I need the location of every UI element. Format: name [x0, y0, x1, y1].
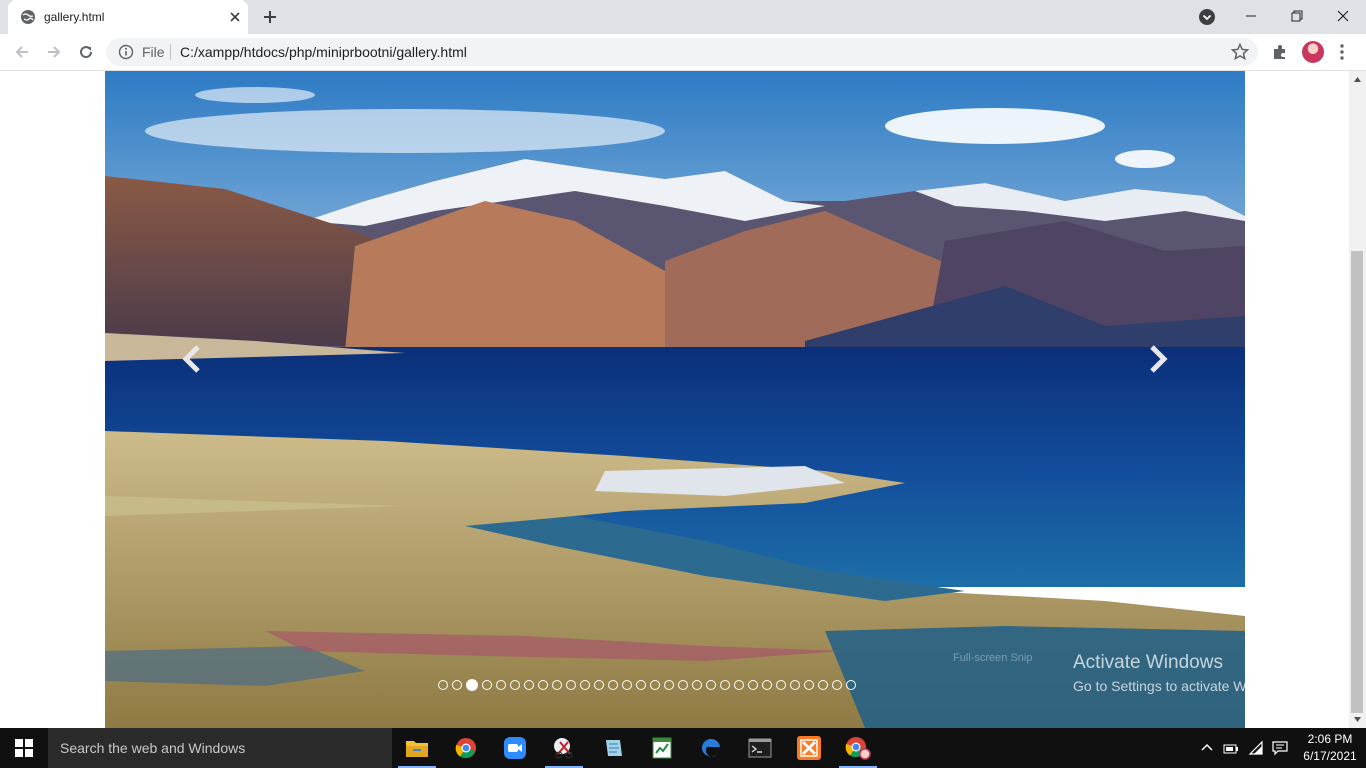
carousel-indicators — [438, 679, 856, 692]
taskbar-search-box[interactable]: Search the web and Windows — [48, 728, 392, 768]
carousel-indicator[interactable] — [790, 680, 800, 690]
notepad-icon[interactable] — [590, 728, 636, 768]
chevron-left-icon[interactable] — [178, 341, 208, 377]
new-tab-icon[interactable] — [260, 7, 280, 27]
carousel-indicator[interactable] — [636, 680, 646, 690]
info-icon[interactable] — [118, 44, 134, 60]
carousel-indicator[interactable] — [650, 680, 660, 690]
carousel-indicator[interactable] — [818, 680, 828, 690]
chevron-right-icon[interactable] — [1142, 341, 1172, 377]
clock-time: 2:06 PM — [1307, 732, 1353, 746]
show-hidden-icons-icon[interactable] — [1199, 740, 1215, 756]
page-scrollbar[interactable] — [1349, 71, 1366, 728]
carousel-indicator[interactable] — [664, 680, 674, 690]
carousel-indicator[interactable] — [692, 680, 702, 690]
carousel-indicator[interactable] — [776, 680, 786, 690]
chrome-profile-icon[interactable] — [835, 728, 881, 768]
scheme-label: File — [142, 44, 165, 60]
wifi-icon[interactable] — [1248, 740, 1264, 756]
windows-logo-icon — [15, 739, 33, 757]
edge-icon[interactable] — [688, 728, 734, 768]
close-window-button[interactable] — [1320, 0, 1366, 32]
reload-icon[interactable] — [76, 42, 96, 62]
activate-subtitle: Go to Settings to activate Windows. — [1073, 678, 1294, 694]
carousel-indicator[interactable] — [510, 680, 520, 690]
carousel-indicator[interactable] — [580, 680, 590, 690]
carousel-indicator[interactable] — [720, 680, 730, 690]
carousel-indicator[interactable] — [678, 680, 688, 690]
windows-taskbar: Search the web and Windows 2:06 PM 6/17/… — [0, 728, 1366, 768]
carousel-indicator[interactable] — [608, 680, 618, 690]
restore-button[interactable] — [1274, 0, 1320, 32]
tab-search-icon[interactable] — [1198, 8, 1216, 26]
close-tab-icon[interactable] — [226, 8, 244, 26]
carousel-indicator[interactable] — [566, 680, 576, 690]
notifications-icon[interactable] — [1272, 740, 1288, 756]
terminal-icon[interactable] — [737, 728, 783, 768]
carousel-indicator[interactable] — [832, 680, 842, 690]
carousel-slide-image — [105, 71, 1245, 728]
scroll-down-icon[interactable] — [1353, 715, 1362, 724]
extensions-puzzle-icon[interactable] — [1270, 42, 1290, 62]
xampp-icon[interactable] — [786, 728, 832, 768]
carousel-indicator[interactable] — [734, 680, 744, 690]
battery-icon[interactable] — [1223, 740, 1239, 756]
carousel-indicator[interactable] — [524, 680, 534, 690]
carousel-indicator[interactable] — [496, 680, 506, 690]
carousel-indicator[interactable] — [452, 680, 462, 690]
tab-gallery[interactable]: gallery.html — [8, 0, 248, 34]
carousel-indicator[interactable] — [804, 680, 814, 690]
activate-title: Activate Windows — [1073, 652, 1223, 673]
tab-strip: gallery.html — [0, 0, 1366, 34]
activate-windows-watermark: Activate Windows Go to Settings to activ… — [1073, 652, 1294, 694]
address-divider — [170, 44, 171, 60]
carousel-indicator-active[interactable] — [466, 679, 478, 691]
carousel-indicator[interactable] — [438, 680, 448, 690]
profile-avatar[interactable] — [1302, 41, 1324, 63]
carousel-indicator[interactable] — [482, 680, 492, 690]
carousel-indicator[interactable] — [846, 680, 856, 690]
close-icon — [1337, 10, 1349, 22]
forward-icon[interactable] — [44, 42, 64, 62]
tab-title: gallery.html — [44, 10, 105, 24]
search-placeholder: Search the web and Windows — [60, 740, 246, 756]
scroll-up-icon[interactable] — [1353, 75, 1362, 84]
minimize-button[interactable] — [1228, 0, 1274, 32]
taskbar-clock[interactable]: 2:06 PM 6/17/2021 — [1300, 731, 1360, 765]
bookmark-star-icon[interactable] — [1230, 42, 1250, 62]
globe-icon — [21, 10, 35, 24]
page-content — [0, 71, 1349, 728]
clock-date: 6/17/2021 — [1303, 749, 1357, 763]
carousel-indicator[interactable] — [748, 680, 758, 690]
zoom-icon[interactable] — [492, 728, 538, 768]
scroll-thumb[interactable] — [1351, 251, 1363, 713]
address-bar[interactable]: File C:/xampp/htdocs/php/miniprbootni/ga… — [106, 38, 1258, 66]
carousel-indicator[interactable] — [552, 680, 562, 690]
carousel-indicator[interactable] — [706, 680, 716, 690]
file-explorer-icon[interactable] — [394, 728, 440, 768]
start-button[interactable] — [0, 728, 48, 768]
restore-icon — [1291, 10, 1303, 22]
carousel-indicator[interactable] — [622, 680, 632, 690]
back-icon[interactable] — [12, 42, 32, 62]
url-text[interactable]: C:/xampp/htdocs/php/miniprbootni/gallery… — [180, 44, 467, 60]
browser-toolbar: File C:/xampp/htdocs/php/miniprbootni/ga… — [0, 34, 1366, 71]
carousel-indicator[interactable] — [762, 680, 772, 690]
snipping-tool-icon[interactable] — [541, 728, 587, 768]
chrome-icon[interactable] — [443, 728, 489, 768]
snip-label: Full-screen Snip — [953, 652, 1033, 664]
more-menu-icon[interactable] — [1336, 42, 1348, 62]
spreadsheet-icon[interactable] — [639, 728, 685, 768]
minimize-icon — [1246, 15, 1256, 17]
carousel-indicator[interactable] — [538, 680, 548, 690]
carousel-indicator[interactable] — [594, 680, 604, 690]
